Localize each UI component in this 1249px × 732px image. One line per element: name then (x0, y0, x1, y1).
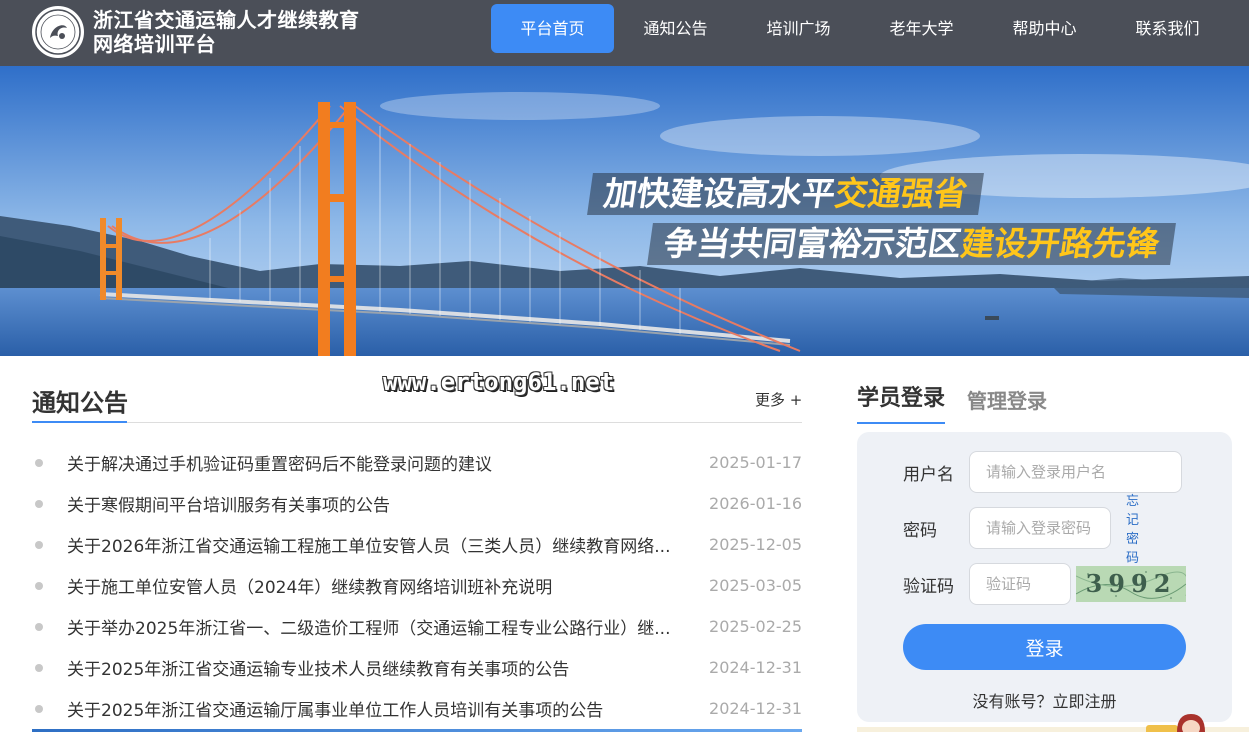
banner-slogan-1-text: 加快建设高水平 (601, 174, 838, 213)
notice-item-title[interactable]: 关于寒假期间平台培训服务有关事项的公告 (67, 491, 707, 516)
banner-slogan-2-text: 争当共同富裕示范区 (661, 224, 964, 263)
notice-item[interactable]: 关于寒假期间平台培训服务有关事项的公告 2026-01-16 (32, 483, 802, 524)
password-input[interactable] (969, 507, 1111, 549)
notice-item-date: 2024-12-31 (709, 699, 802, 718)
notice-item-date: 2025-03-05 (709, 576, 802, 595)
notice-item-title[interactable]: 关于2025年浙江省交通运输厅属事业单位工作人员培训有关事项的公告 (67, 696, 707, 721)
platform-title-line2: 网络培训平台 (93, 32, 216, 56)
forgot-password-link[interactable]: 忘记密码 (1126, 490, 1139, 566)
notice-item-date: 2025-02-25 (709, 617, 802, 636)
notice-item-title[interactable]: 关于施工单位安管人员（2024年）继续教育网络培训班补充说明 (67, 573, 707, 598)
login-tabs: 学员登录 管理登录 (857, 380, 1047, 424)
notice-item[interactable]: 关于施工单位安管人员（2024年）继续教育网络培训班补充说明 2025-03-05 (32, 565, 802, 606)
avatar-mascot-icon (1177, 714, 1205, 732)
username-input[interactable] (969, 451, 1182, 493)
nav-home[interactable]: 平台首页 (491, 4, 614, 53)
banner-slogan-2-highlight: 建设开路先锋 (958, 224, 1162, 263)
notice-item[interactable]: 关于2025年浙江省交通运输专业技术人员继续教育有关事项的公告 2024-12-3… (32, 647, 802, 688)
notice-section-title: 通知公告 (32, 389, 128, 417)
nav-help-center[interactable]: 帮助中心 (983, 4, 1106, 53)
nav-contact[interactable]: 联系我们 (1106, 4, 1229, 53)
platform-logo-icon[interactable] (32, 6, 84, 58)
bullet-icon (35, 704, 43, 713)
notice-item-date: 2026-01-16 (709, 494, 802, 513)
decor-tag (1146, 725, 1178, 732)
notice-item-date: 2024-12-31 (709, 658, 802, 677)
notice-item-title[interactable]: 关于举办2025年浙江省一、二级造价工程师（交通运输工程专业公路行业）继... (67, 614, 707, 639)
username-label: 用户名 (903, 464, 954, 485)
captcha-label: 验证码 (903, 576, 954, 597)
bullet-icon (35, 622, 43, 631)
notice-divider (32, 422, 802, 423)
platform-title: 浙江省交通运输人才继续教育 网络培训平台 (93, 8, 423, 56)
tab-admin-login[interactable]: 管理登录 (967, 385, 1047, 424)
banner-slogan-2: 争当共同富裕示范区建设开路先锋 (647, 223, 1176, 265)
top-header: 浙江省交通运输人才继续教育 网络培训平台 平台首页 通知公告 培训广场 老年大学… (0, 0, 1249, 66)
notice-item-date: 2025-12-05 (709, 535, 802, 554)
notice-item-title[interactable]: 关于2025年浙江省交通运输专业技术人员继续教育有关事项的公告 (67, 655, 707, 680)
notice-title-underline (32, 421, 127, 423)
register-link[interactable]: 没有账号？立即注册 (857, 688, 1232, 712)
notice-item-date: 2025-01-17 (709, 453, 802, 472)
bullet-icon (35, 540, 43, 549)
nav-senior-university[interactable]: 老年大学 (860, 4, 983, 53)
tab-student-login[interactable]: 学员登录 (857, 380, 946, 424)
notice-panel: 通知公告 更多 + 关于解决通过手机验证码重置密码后不能登录问题的建议 2025-… (7, 356, 822, 732)
bullet-icon (35, 663, 43, 672)
logo-emblem (35, 9, 81, 55)
nav-notices[interactable]: 通知公告 (614, 4, 737, 53)
login-panel: 学员登录 管理登录 用户名 密码 忘记密码 验证码 3992 登录 (857, 356, 1249, 732)
notice-item[interactable]: 关于举办2025年浙江省一、二级造价工程师（交通运输工程专业公路行业）继... 2… (32, 606, 802, 647)
login-form: 用户名 密码 忘记密码 验证码 3992 登录 没有账号？立即注册 (857, 432, 1232, 722)
notice-item[interactable]: 关于2025年浙江省交通运输厅属事业单位工作人员培训有关事项的公告 2024-12… (32, 688, 802, 729)
platform-title-line1: 浙江省交通运输人才继续教育 (93, 8, 360, 32)
captcha-code: 3992 (1086, 569, 1177, 598)
notice-item[interactable]: 关于解决通过手机验证码重置密码后不能登录问题的建议 2025-01-17 (32, 442, 802, 483)
site-watermark: www.ertong61.net (383, 368, 615, 396)
nav-training[interactable]: 培训广场 (737, 4, 860, 53)
banner-slogan-1-highlight: 交通强省 (832, 174, 970, 213)
bullet-icon (35, 458, 43, 467)
captcha-input[interactable] (969, 563, 1071, 605)
password-label: 密码 (903, 520, 937, 541)
notice-item[interactable]: 关于2026年浙江省交通运输工程施工单位安管人员（三类人员）继续教育网络... 2… (32, 524, 802, 565)
bullet-icon (35, 499, 43, 508)
main-nav: 平台首页 通知公告 培训广场 老年大学 帮助中心 联系我们 (491, 4, 1229, 53)
bullet-icon (35, 581, 43, 590)
captcha-image[interactable]: 3992 (1076, 566, 1186, 602)
notice-item-title[interactable]: 关于解决通过手机验证码重置密码后不能登录问题的建议 (67, 450, 707, 475)
banner-slogan-1: 加快建设高水平交通强省 (587, 173, 984, 215)
login-button[interactable]: 登录 (903, 624, 1186, 670)
hero-banner[interactable]: 加快建设高水平交通强省 争当共同富裕示范区建设开路先锋 (0, 66, 1249, 356)
notice-list: 关于解决通过手机验证码重置密码后不能登录问题的建议 2025-01-17 关于寒假… (32, 442, 802, 729)
notice-item-title[interactable]: 关于2026年浙江省交通运输工程施工单位安管人员（三类人员）继续教育网络... (67, 532, 707, 557)
notice-more-link[interactable]: 更多 + (755, 389, 802, 410)
